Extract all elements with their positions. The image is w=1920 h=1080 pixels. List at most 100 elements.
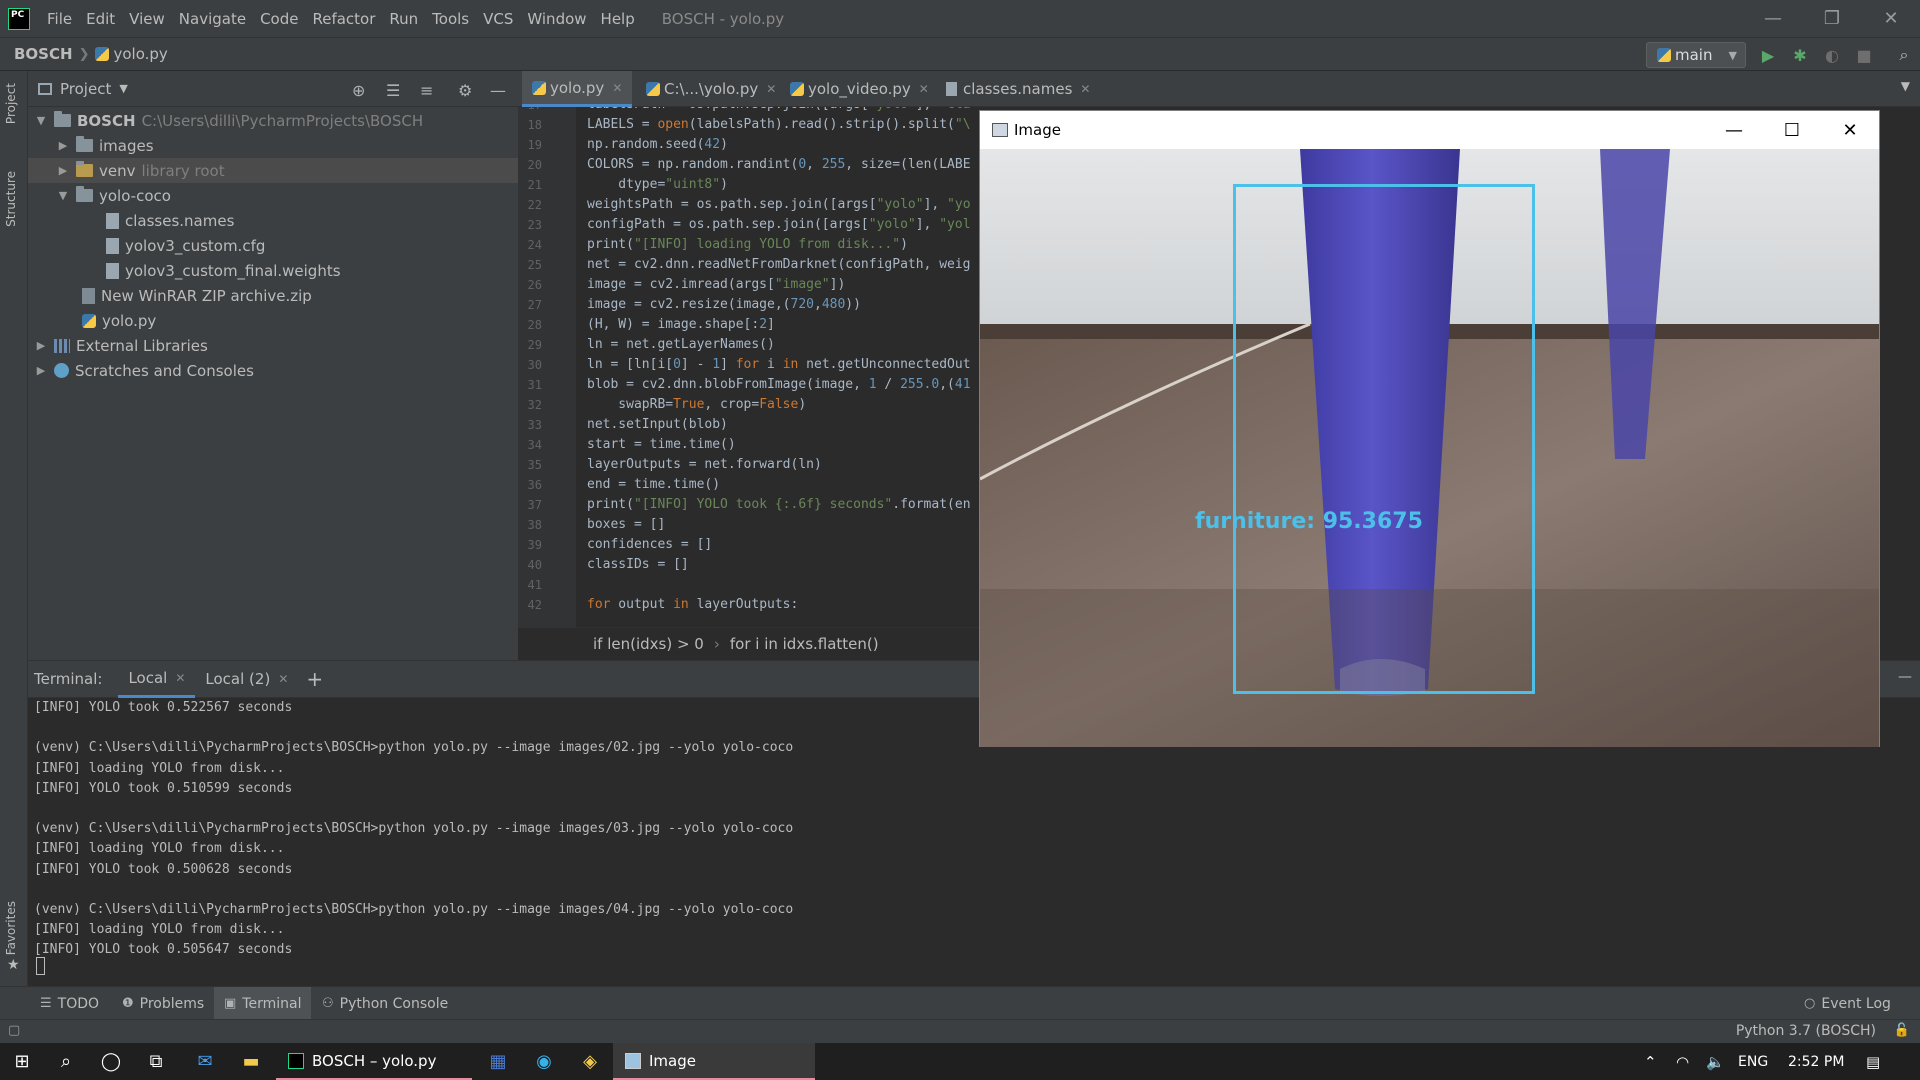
volume-icon[interactable]: 🔈 — [1706, 1043, 1725, 1080]
taskbar-app-image[interactable]: Image — [613, 1043, 815, 1080]
run-icon[interactable]: ▶ — [1756, 43, 1780, 67]
debug-icon[interactable]: ✱ — [1788, 43, 1812, 67]
menu-edit[interactable]: Edit — [79, 10, 122, 28]
tree-item-yolo-py[interactable]: yolo.py — [28, 308, 518, 333]
tree-item-yolo-coco[interactable]: ▼ yolo-coco — [28, 183, 518, 208]
code-breadcrumb: if len(idxs) > 0 › for i in idxs.flatten… — [518, 627, 980, 660]
close-tab-icon[interactable]: ✕ — [919, 82, 929, 96]
python-interpreter[interactable]: Python 3.7 (BOSCH) — [1736, 1023, 1876, 1039]
calculator-icon[interactable]: ▦ — [476, 1043, 520, 1080]
tree-item-scratches[interactable]: ▶ Scratches and Consoles — [28, 358, 518, 383]
menu-code[interactable]: Code — [253, 10, 305, 28]
menu-run[interactable]: Run — [382, 10, 425, 28]
hide-icon[interactable]: — — [490, 81, 506, 100]
terminal-tab-local[interactable]: Local ✕ — [118, 661, 196, 698]
tool-tab-problems[interactable]: ❶ Problems — [112, 987, 214, 1020]
add-terminal-icon[interactable]: + — [306, 667, 323, 691]
side-tab-structure[interactable]: Structure — [4, 171, 18, 227]
wifi-icon[interactable]: ◠ — [1676, 1043, 1689, 1080]
chevron-right-icon[interactable]: ▶ — [56, 139, 70, 152]
image-window-titlebar[interactable]: Image — ☐ ✕ — [980, 111, 1879, 149]
menu-window[interactable]: Window — [520, 10, 593, 28]
clock[interactable]: 2:52 PM — [1788, 1043, 1844, 1080]
tree-item-venv[interactable]: ▶ venv library root — [28, 158, 518, 183]
chevron-right-icon[interactable]: ▶ — [56, 164, 70, 177]
tree-item-classes-names[interactable]: classes.names — [28, 208, 518, 233]
menu-view[interactable]: View — [122, 10, 172, 28]
line-number: 18 — [527, 118, 542, 132]
tool-tab-todo[interactable]: ☰ TODO — [30, 987, 109, 1020]
tree-item-images[interactable]: ▶ images — [28, 133, 518, 158]
file-explorer-icon[interactable]: ▬ — [229, 1043, 273, 1080]
language-indicator[interactable]: ENG — [1738, 1043, 1768, 1080]
search-icon[interactable]: ⌕ — [44, 1043, 88, 1080]
menu-navigate[interactable]: Navigate — [172, 10, 253, 28]
close-icon[interactable]: ✕ — [1821, 111, 1879, 149]
minimize-icon[interactable]: — — [1744, 0, 1802, 37]
tab-classes-names[interactable]: classes.names ✕ — [936, 71, 1100, 107]
chevron-up-icon[interactable]: ⌃ — [1644, 1043, 1657, 1080]
side-tab-favorites[interactable]: Favorites — [4, 901, 18, 955]
menu-file[interactable]: File — [40, 10, 79, 28]
minimize-icon[interactable]: — — [1705, 111, 1763, 149]
lock-icon[interactable]: 🔓 — [1894, 1023, 1910, 1038]
collapse-all-icon[interactable]: ≡ — [420, 81, 433, 100]
close-tab-icon[interactable]: ✕ — [278, 672, 288, 686]
close-icon[interactable]: ✕ — [1862, 0, 1920, 37]
close-tab-icon[interactable]: ✕ — [1080, 82, 1090, 96]
menu-refactor[interactable]: Refactor — [305, 10, 382, 28]
tab-yolo-video-py[interactable]: yolo_video.py ✕ — [780, 71, 939, 107]
chevron-down-icon[interactable]: ▼ — [56, 189, 70, 202]
menu-tools[interactable]: Tools — [425, 10, 476, 28]
code-breadcrumb-item[interactable]: for i in idxs.flatten() — [730, 635, 879, 653]
tab-other-yolo-py[interactable]: C:\...\yolo.py ✕ — [636, 71, 786, 107]
windows-start-icon[interactable]: ⊞ — [0, 1043, 44, 1080]
taskbar-app-pycharm[interactable]: BOSCH – yolo.py — [276, 1043, 472, 1080]
hide-panel-icon[interactable]: — — [1898, 669, 1912, 685]
cortana-icon[interactable]: ◯ — [89, 1043, 133, 1080]
tree-item-cfg[interactable]: yolov3_custom.cfg — [28, 233, 518, 258]
project-title[interactable]: Project — [60, 80, 111, 98]
panel-toggle-icon[interactable]: ▢ — [8, 1023, 20, 1038]
breadcrumb-project[interactable]: BOSCH — [8, 45, 79, 63]
close-tab-icon[interactable]: ✕ — [766, 82, 776, 96]
menu-help[interactable]: Help — [594, 10, 642, 28]
tab-yolo-py[interactable]: yolo.py ✕ — [522, 71, 633, 107]
terminal-tab-local-2[interactable]: Local (2) ✕ — [195, 661, 298, 698]
mail-icon[interactable]: ✉ — [183, 1043, 227, 1080]
code-breadcrumb-item[interactable]: if len(idxs) > 0 — [593, 635, 704, 653]
tool-tab-terminal[interactable]: ▣ Terminal — [214, 987, 312, 1020]
close-tab-icon[interactable]: ✕ — [175, 671, 185, 685]
tool-tab-event-log[interactable]: ○ Event Log — [1794, 987, 1901, 1020]
chevron-down-icon[interactable]: ▼ — [119, 82, 127, 95]
breadcrumb-file[interactable]: yolo.py — [89, 45, 173, 63]
stop-icon[interactable]: ■ — [1852, 43, 1876, 67]
locate-icon[interactable]: ⊕ — [352, 81, 365, 100]
chevron-right-icon[interactable]: ▶ — [34, 339, 48, 352]
python-icon[interactable]: ◈ — [568, 1043, 612, 1080]
chevron-down-icon[interactable]: ▼ — [1901, 79, 1910, 93]
restore-icon[interactable]: ❐ — [1803, 0, 1861, 37]
tree-item-bosch[interactable]: ▼ BOSCH C:\Users\dilli\PycharmProjects\B… — [28, 108, 518, 133]
tree-item-zip[interactable]: New WinRAR ZIP archive.zip — [28, 283, 518, 308]
side-tab-project[interactable]: Project — [4, 83, 18, 124]
chevron-right-icon[interactable]: ▶ — [34, 364, 48, 377]
expand-all-icon[interactable]: ☰ — [386, 81, 400, 100]
chevron-down-icon[interactable]: ▼ — [34, 114, 48, 127]
task-view-icon[interactable]: ⧉ — [134, 1043, 178, 1080]
menu-vcs[interactable]: VCS — [476, 10, 520, 28]
notifications-icon[interactable]: ▤ — [1866, 1043, 1880, 1080]
image-window[interactable]: Image — ☐ ✕ furniture: 95.3675 — [979, 110, 1880, 747]
tree-item-hint: library root — [141, 161, 225, 180]
edge-icon[interactable]: ◉ — [522, 1043, 566, 1080]
coverage-icon[interactable]: ◐ — [1820, 43, 1844, 67]
search-icon[interactable]: ⌕ — [1892, 43, 1916, 67]
run-config-selector[interactable]: main ▼ — [1646, 42, 1746, 68]
gear-icon[interactable]: ⚙ — [458, 81, 472, 100]
tool-tab-python-console[interactable]: ⚇ Python Console — [312, 987, 458, 1020]
maximize-icon[interactable]: ☐ — [1763, 111, 1821, 149]
close-tab-icon[interactable]: ✕ — [612, 81, 622, 95]
tree-item-external-libraries[interactable]: ▶ External Libraries — [28, 333, 518, 358]
tree-item-weights[interactable]: yolov3_custom_final.weights — [28, 258, 518, 283]
star-icon[interactable]: ★ — [7, 957, 20, 973]
